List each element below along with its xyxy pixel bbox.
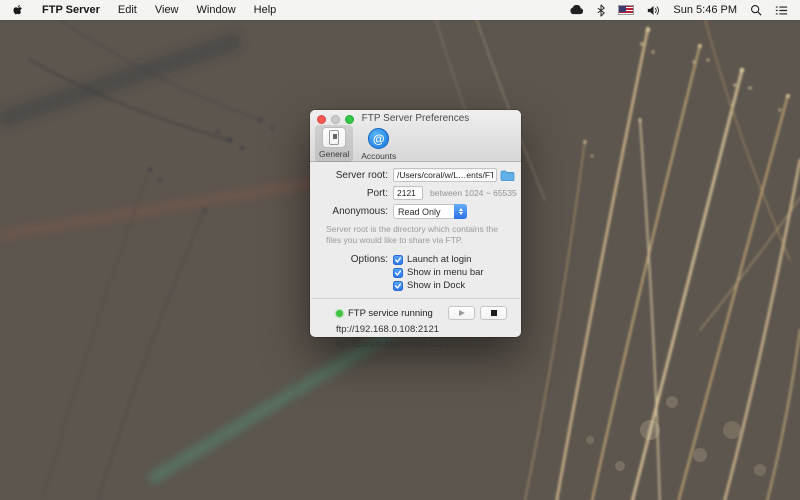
server-root-row: Server root: (324, 168, 507, 182)
cloud-icon (569, 5, 584, 15)
notification-center-menu-extra[interactable] (775, 5, 788, 16)
options-block: Options: Launch at login Show in menu ba… (310, 254, 521, 291)
check-icon (394, 269, 402, 277)
option-row-launch: Options: Launch at login (324, 254, 507, 265)
ftp-preferences-window: FTP Server Preferences General @ Account… (310, 110, 521, 337)
tab-accounts[interactable]: @ Accounts (357, 125, 400, 162)
server-root-label: Server root: (324, 170, 388, 181)
launch-at-login-checkbox[interactable] (393, 255, 403, 265)
menu-item-help[interactable]: Help (254, 4, 277, 16)
port-label: Port: (324, 188, 388, 199)
ftp-local-url: ftp://Corals-Mac.local:2121 (336, 339, 507, 350)
divider (311, 298, 520, 299)
launch-at-login-label: Launch at login (407, 254, 471, 265)
bluetooth-icon (597, 4, 605, 17)
tab-general[interactable]: General (315, 125, 353, 162)
tab-accounts-label: Accounts (361, 151, 396, 161)
folder-icon (500, 169, 515, 181)
ftp-ip-url: ftp://192.168.0.108:2121 (336, 324, 507, 335)
window-header: FTP Server Preferences General @ Account… (310, 110, 521, 162)
spotlight-menu-extra[interactable] (750, 4, 762, 16)
volume-icon (647, 5, 660, 16)
menu-item-window[interactable]: Window (197, 4, 236, 16)
start-service-button[interactable] (448, 306, 475, 320)
volume-menu-extra[interactable] (647, 5, 660, 16)
notification-center-icon (775, 5, 788, 16)
choose-folder-button[interactable] (500, 169, 515, 182)
menu-bar-clock[interactable]: Sun 5:46 PM (673, 4, 737, 16)
window-title: FTP Server Preferences (310, 113, 521, 124)
menu-item-app-name[interactable]: FTP Server (42, 4, 100, 16)
preferences-toolbar: General @ Accounts (315, 125, 400, 162)
status-green-dot-icon (336, 310, 343, 317)
anonymous-label: Anonymous: (324, 206, 388, 217)
apple-menu[interactable] (12, 3, 24, 17)
spotlight-icon (750, 4, 762, 16)
apple-icon (12, 3, 24, 17)
menu-bar: FTP Server Edit View Window Help (0, 0, 800, 20)
desktop: FTP Server Edit View Window Help (0, 0, 800, 500)
options-label: Options: (324, 254, 388, 265)
option-row-dock: Show in Dock (324, 280, 507, 291)
port-range-hint: between 1024 ~ 65535 (430, 188, 517, 198)
show-in-menu-bar-checkbox[interactable] (393, 268, 403, 278)
port-input[interactable] (393, 186, 423, 200)
general-pane: Server root: Port: between 1024 ~ 65535 … (310, 162, 521, 350)
port-row: Port: between 1024 ~ 65535 (324, 186, 507, 200)
server-root-help-text: Server root is the directory which conta… (326, 224, 505, 245)
menu-item-edit[interactable]: Edit (118, 4, 137, 16)
input-source-menu-extra[interactable] (618, 5, 634, 15)
popup-stepper-icon (454, 204, 467, 219)
show-in-menu-bar-label: Show in menu bar (407, 267, 484, 278)
bluetooth-menu-extra[interactable] (597, 4, 605, 17)
us-flag-icon (618, 5, 634, 15)
play-icon (459, 310, 465, 316)
show-in-dock-checkbox[interactable] (393, 281, 403, 291)
service-status-text: FTP service running (348, 308, 433, 319)
anonymous-row: Anonymous: Read Only (324, 204, 507, 219)
server-root-input[interactable] (393, 168, 497, 182)
anonymous-selected-value: Read Only (398, 207, 441, 217)
stop-service-button[interactable] (480, 306, 507, 320)
general-icon (322, 127, 346, 148)
accounts-at-icon: @ (368, 128, 389, 149)
menu-item-view[interactable]: View (155, 4, 179, 16)
option-row-menubar: Show in menu bar (324, 267, 507, 278)
check-icon (394, 282, 402, 290)
service-status-row: FTP service running (336, 306, 507, 320)
anonymous-popup[interactable]: Read Only (393, 204, 467, 219)
show-in-dock-label: Show in Dock (407, 280, 465, 291)
tab-general-label: General (319, 149, 349, 159)
check-icon (394, 256, 402, 264)
cloud-menu-extra[interactable] (569, 5, 584, 15)
stop-icon (491, 310, 497, 316)
